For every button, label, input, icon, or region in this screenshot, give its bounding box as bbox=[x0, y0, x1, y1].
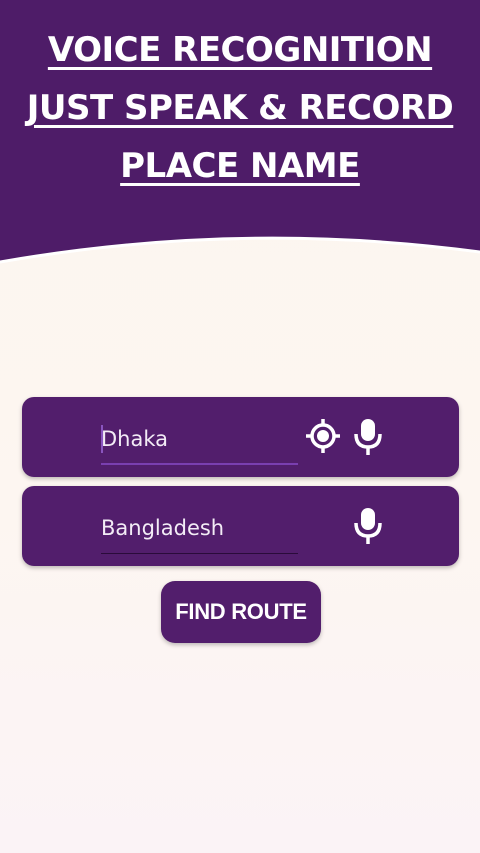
from-location-input[interactable]: Dhaka bbox=[101, 421, 298, 465]
to-location-value: Bangladesh bbox=[101, 516, 225, 540]
mic-icon[interactable] bbox=[353, 417, 383, 457]
input-underline bbox=[101, 553, 298, 554]
target-icon[interactable] bbox=[304, 417, 342, 455]
from-location-value: Dhaka bbox=[101, 427, 169, 451]
input-underline bbox=[101, 463, 298, 465]
to-location-card: Bangladesh bbox=[22, 486, 459, 566]
header-title-line-2: JUST SPEAK & RECORD bbox=[26, 88, 454, 128]
mic-icon[interactable] bbox=[353, 506, 383, 546]
find-route-button[interactable]: FIND ROUTE bbox=[161, 581, 321, 643]
header-banner: VOICE RECOGNITION JUST SPEAK & RECORD PL… bbox=[0, 0, 480, 300]
to-location-input[interactable]: Bangladesh bbox=[101, 510, 298, 554]
header-title-line-3: PLACE NAME bbox=[120, 146, 360, 186]
from-location-card: Dhaka bbox=[22, 397, 459, 477]
header-title-line-1: VOICE RECOGNITION bbox=[47, 30, 433, 70]
